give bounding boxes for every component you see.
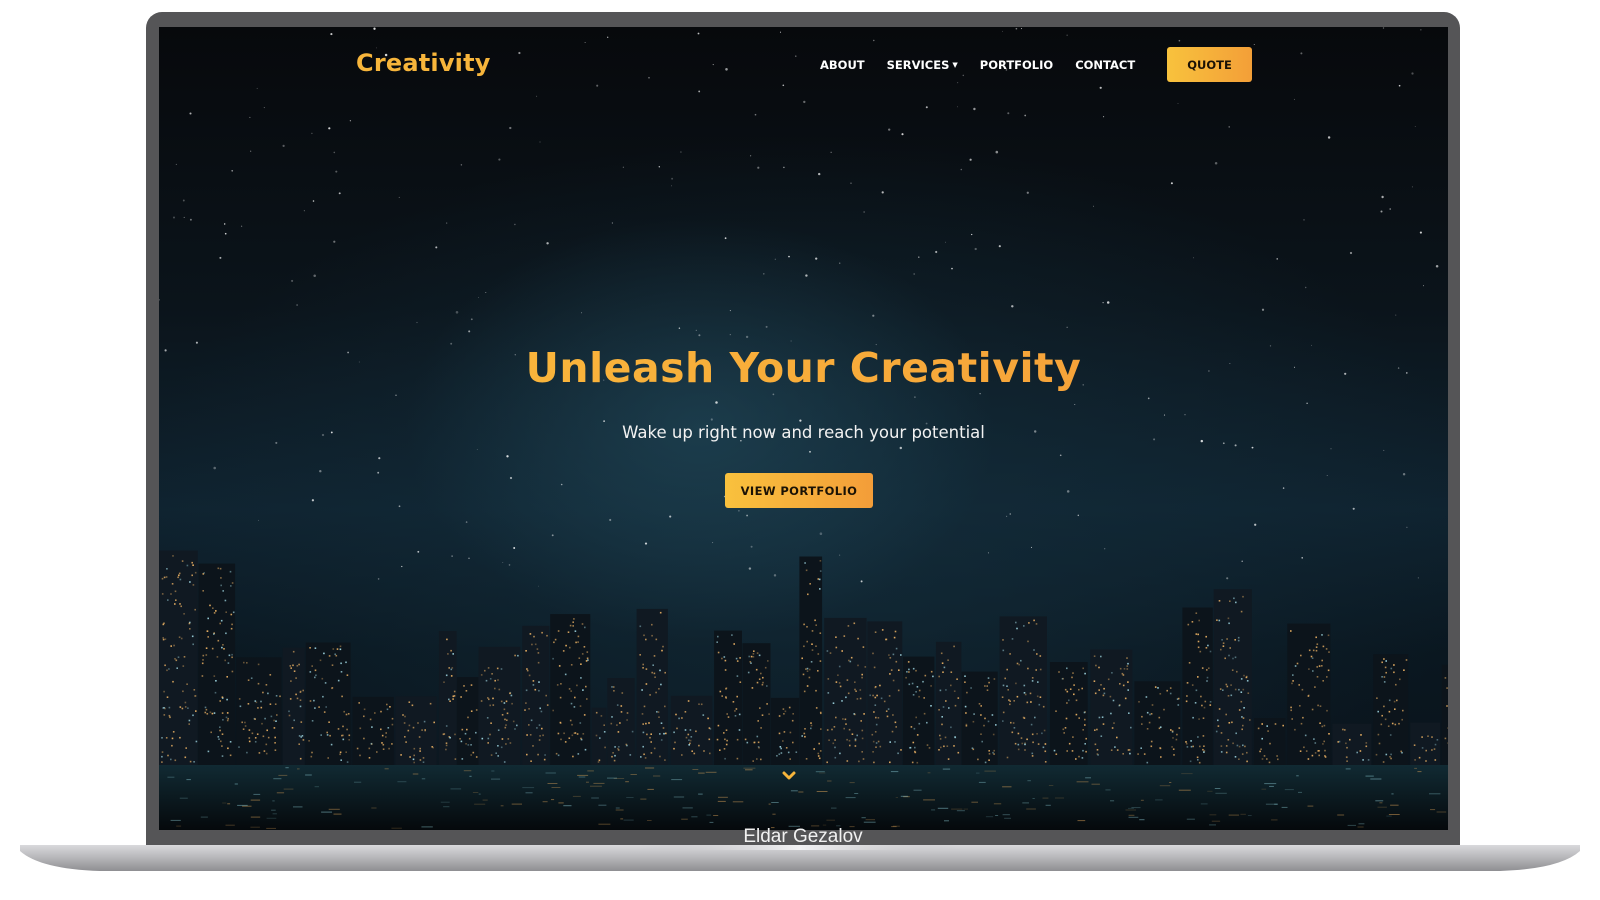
nav-services[interactable]: SERVICES ▼ (887, 58, 958, 72)
view-portfolio-label: VIEW PORTFOLIO (740, 483, 858, 498)
city-skyline-background (159, 550, 1448, 830)
nav-contact[interactable]: CONTACT (1075, 58, 1135, 72)
nav-about-label: ABOUT (820, 58, 865, 72)
nav-links: ABOUT SERVICES ▼ PORTFOLIO CONTACT (820, 58, 1135, 72)
quote-button-label: QUOTE (1187, 57, 1232, 72)
hero-title: Unleash Your Creativity (159, 344, 1448, 392)
hero-subtitle: Wake up right now and reach your potenti… (622, 423, 985, 442)
view-portfolio-button[interactable]: VIEW PORTFOLIO (725, 473, 873, 508)
nav-portfolio-label: PORTFOLIO (979, 58, 1054, 72)
navbar: Creativity ABOUT SERVICES ▼ PORTFOLIO CO… (159, 27, 1448, 107)
nav-portfolio[interactable]: PORTFOLIO (980, 58, 1053, 72)
brand-logo[interactable]: Creativity (356, 49, 491, 77)
nav-services-label: SERVICES (886, 58, 950, 72)
laptop-base (20, 845, 1580, 871)
nav-about[interactable]: ABOUT (820, 58, 865, 72)
chevron-down-icon[interactable] (782, 771, 796, 781)
nav-contact-label: CONTACT (1075, 58, 1136, 72)
website-screen: Creativity ABOUT SERVICES ▼ PORTFOLIO CO… (159, 27, 1448, 830)
caret-down-icon: ▼ (952, 61, 958, 69)
quote-button[interactable]: QUOTE (1167, 47, 1252, 82)
laptop-frame: Creativity ABOUT SERVICES ▼ PORTFOLIO CO… (146, 12, 1460, 868)
